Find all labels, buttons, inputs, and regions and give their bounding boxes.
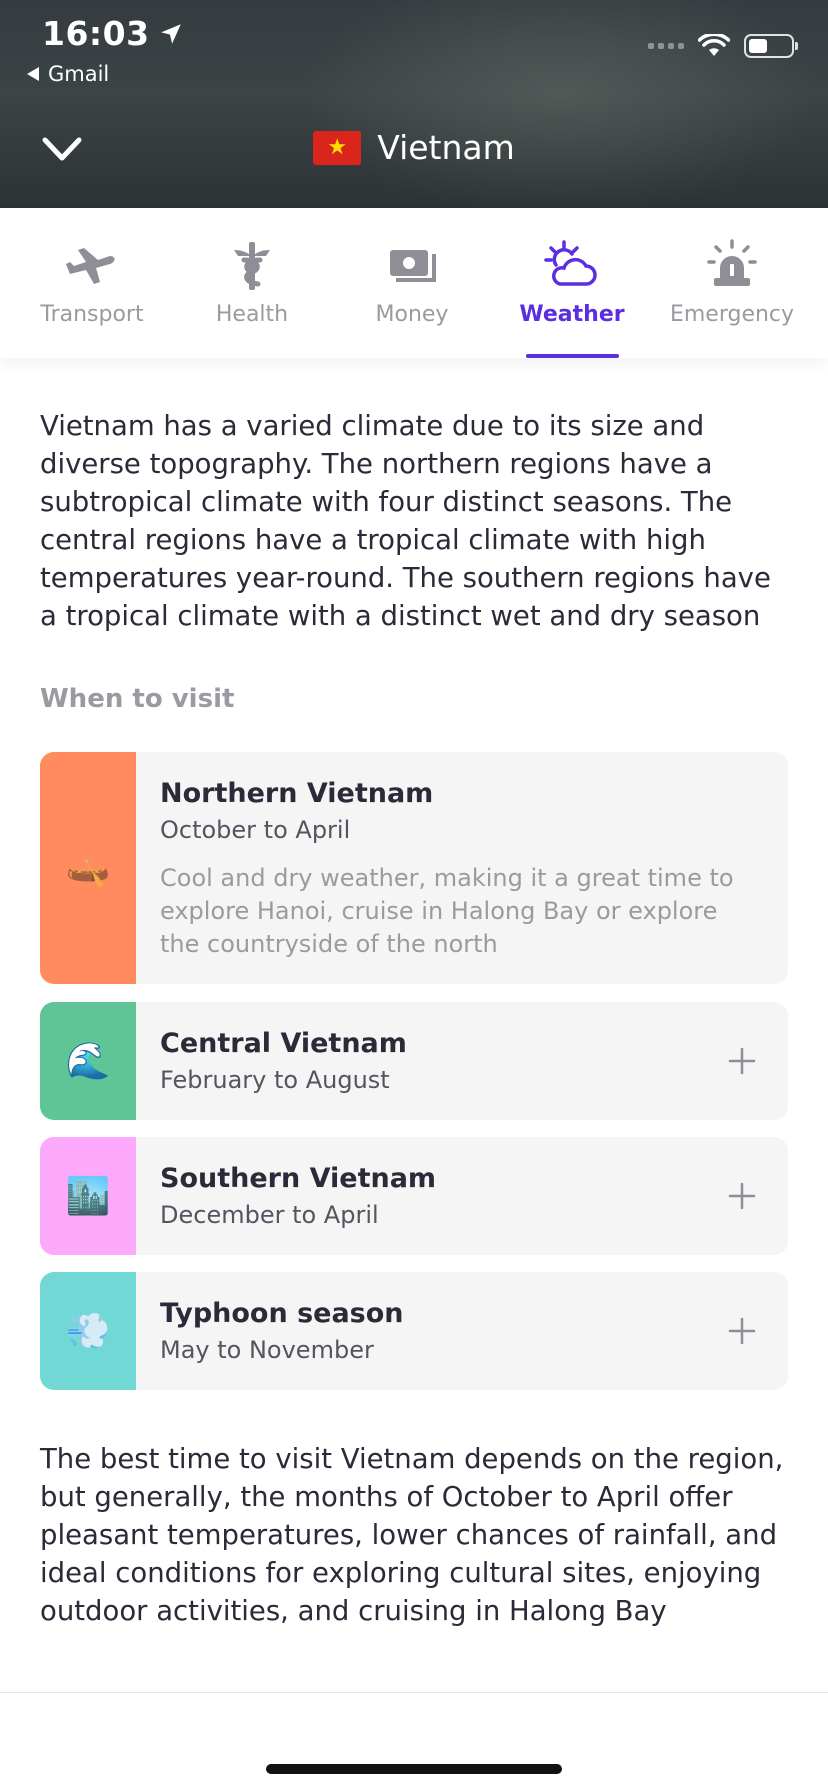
- cellular-signal-icon: [648, 43, 684, 49]
- tab-label: Weather: [519, 302, 625, 327]
- plus-icon[interactable]: [728, 1317, 756, 1345]
- weather-icon: [544, 240, 597, 286]
- clock: 16:03: [42, 14, 150, 53]
- tab-emergency[interactable]: Emergency: [652, 208, 812, 358]
- header-backdrop: [300, 0, 820, 208]
- wave-icon: 🌊: [65, 1041, 111, 1082]
- battery-icon: [744, 34, 798, 58]
- active-tab-indicator: [526, 354, 619, 358]
- title-group: ★ Vietnam: [0, 128, 828, 167]
- category-tabs: Transport Health Money Weather Emergency: [0, 208, 828, 358]
- region-color-swatch: 🌊: [40, 1002, 136, 1120]
- plus-icon[interactable]: [728, 1047, 756, 1075]
- section-heading: When to visit: [40, 684, 235, 714]
- flag-star: ★: [327, 134, 348, 160]
- region-title: Central Vietnam: [160, 1028, 407, 1059]
- region-months: May to November: [160, 1336, 374, 1364]
- region-card-southern[interactable]: 🏙️ Southern Vietnam December to April: [40, 1137, 788, 1255]
- tab-label: Health: [215, 302, 289, 327]
- money-icon: [390, 250, 436, 282]
- climate-intro: Vietnam has a varied climate due to its …: [40, 410, 771, 632]
- region-card-typhoon[interactable]: 💨 Typhoon season May to November: [40, 1272, 788, 1390]
- tab-label: Money: [375, 302, 449, 327]
- tab-money[interactable]: Money: [332, 208, 492, 358]
- siren-icon: [707, 239, 757, 286]
- region-color-swatch: 💨: [40, 1272, 136, 1390]
- airplane-icon: [66, 248, 115, 284]
- best-time-summary: The best time to visit Vietnam depends o…: [40, 1443, 784, 1627]
- status-indicators: [648, 34, 798, 58]
- home-indicator[interactable]: [266, 1764, 562, 1774]
- region-months: October to April: [160, 816, 351, 844]
- region-title: Typhoon season: [160, 1298, 404, 1329]
- tab-label: Emergency: [669, 302, 795, 327]
- back-triangle-icon: [27, 67, 39, 81]
- tab-health[interactable]: Health: [172, 208, 332, 358]
- vietnam-flag-icon: ★: [313, 130, 362, 165]
- battery-level: [749, 39, 767, 53]
- cityscape-icon: 🏙️: [65, 1176, 111, 1217]
- plus-icon[interactable]: [728, 1182, 756, 1210]
- location-arrow-icon: [160, 23, 181, 44]
- region-title: Northern Vietnam: [160, 778, 434, 809]
- region-color-swatch: 🛶: [40, 752, 136, 984]
- status-time: 16:03: [42, 14, 184, 53]
- region-card-central[interactable]: 🌊 Central Vietnam February to August: [40, 1002, 788, 1120]
- region-description: Cool and dry weather, making it a great …: [160, 864, 734, 958]
- tab-transport[interactable]: Transport: [12, 208, 172, 358]
- back-to-app[interactable]: Gmail: [26, 62, 109, 86]
- caduceus-icon: [234, 242, 270, 290]
- region-title: Southern Vietnam: [160, 1163, 437, 1194]
- page-title: Vietnam: [377, 128, 515, 167]
- divider: [0, 1692, 828, 1693]
- region-months: December to April: [160, 1201, 379, 1229]
- tab-weather[interactable]: Weather: [492, 208, 652, 358]
- region-card-northern[interactable]: 🛶 Northern Vietnam October to April Cool…: [40, 752, 788, 984]
- wind-icon: 💨: [65, 1311, 111, 1352]
- tab-label: Transport: [40, 302, 144, 327]
- region-months: February to August: [160, 1066, 390, 1094]
- back-app-label: Gmail: [48, 62, 110, 86]
- canoe-icon: 🛶: [65, 848, 111, 889]
- region-color-swatch: 🏙️: [40, 1137, 136, 1255]
- wifi-icon: [698, 34, 730, 56]
- header: 16:03 Gmail ★ Vietnam: [0, 0, 828, 208]
